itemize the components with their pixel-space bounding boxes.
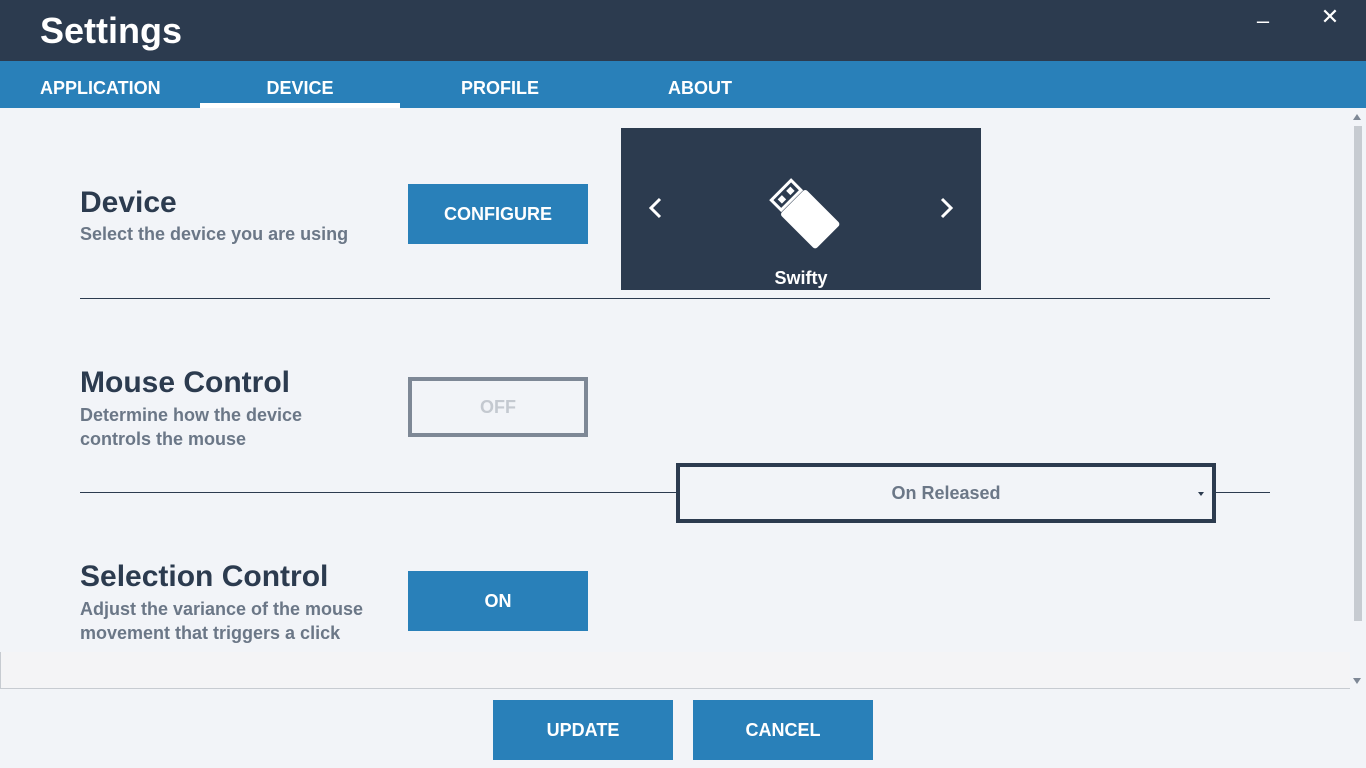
minimize-icon[interactable]: – [1246, 8, 1280, 34]
tab-device[interactable]: DEVICE [200, 61, 400, 108]
vertical-scrollbar[interactable] [1350, 108, 1366, 690]
update-button[interactable]: UPDATE [493, 700, 673, 760]
selection-control-title: Selection Control [80, 560, 329, 593]
scrollbar-thumb[interactable] [1354, 126, 1362, 621]
title-bar: Settings – ✕ [0, 0, 1366, 61]
selection-mode-value: On Released [891, 483, 1001, 503]
close-icon[interactable]: ✕ [1313, 4, 1347, 30]
mouse-control-title: Mouse Control [80, 366, 290, 399]
tab-bar: APPLICATION DEVICE PROFILE ABOUT [0, 61, 1366, 108]
chevron-right-icon[interactable] [931, 192, 961, 224]
device-carousel: Swifty [621, 128, 981, 290]
footer-bar: UPDATE CANCEL [0, 690, 1366, 768]
mouse-control-description: Determine how the device controls the mo… [80, 405, 303, 449]
device-section-title: Device [80, 186, 177, 219]
settings-content: Device Select the device you are using C… [0, 108, 1350, 652]
horizontal-scroll-area [0, 652, 1350, 689]
mouse-control-toggle[interactable]: OFF [408, 377, 588, 437]
selected-device-name: Swifty [774, 268, 828, 288]
selection-control-description: Adjust the variance of the mouse movemen… [80, 599, 364, 643]
window-title: Settings [40, 10, 183, 51]
scroll-up-icon[interactable] [1353, 114, 1361, 120]
selection-mode-dropdown[interactable]: On Released [676, 463, 1216, 523]
tab-application[interactable]: APPLICATION [0, 61, 200, 108]
tab-about[interactable]: ABOUT [600, 61, 800, 108]
device-section-description: Select the device you are using [80, 224, 349, 244]
selection-control-toggle[interactable]: ON [408, 571, 588, 631]
tab-profile[interactable]: PROFILE [400, 61, 600, 108]
chevron-down-icon [1198, 492, 1204, 496]
usb-drive-icon [769, 178, 840, 249]
scroll-down-icon[interactable] [1353, 678, 1361, 684]
section-divider [80, 298, 1270, 299]
chevron-left-icon[interactable] [641, 192, 671, 224]
configure-button[interactable]: CONFIGURE [408, 184, 588, 244]
cancel-button[interactable]: CANCEL [693, 700, 873, 760]
